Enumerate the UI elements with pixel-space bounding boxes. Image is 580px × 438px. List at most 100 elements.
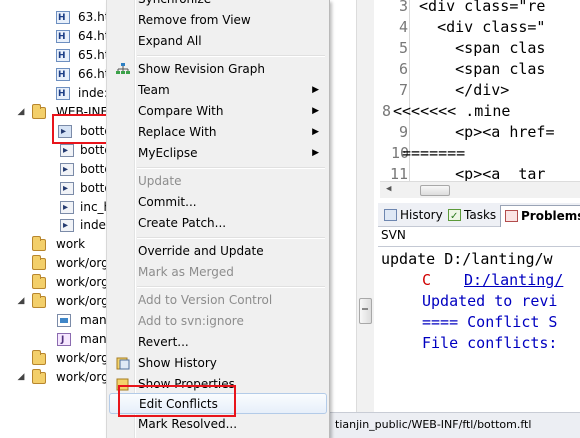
tasks-icon <box>448 207 461 227</box>
menu-item-label: Revert... <box>138 335 189 349</box>
history-icon <box>384 209 397 221</box>
submenu-arrow-icon: ▶ <box>312 85 319 95</box>
menu-item-expand-all[interactable]: Expand All <box>109 31 327 52</box>
jsp-file-icon <box>57 331 71 350</box>
image-file-icon <box>57 314 71 327</box>
menu-item-label: Synchronize <box>138 0 211 10</box>
tab-problems[interactable]: Problems <box>500 205 580 227</box>
menu-item-mark-resolved[interactable]: Mark Resolved... <box>109 414 327 435</box>
vertical-scrollbar[interactable] <box>356 0 374 438</box>
scrollbar-thumb[interactable] <box>359 298 372 324</box>
html-file-icon <box>56 85 70 104</box>
history-icon <box>116 357 130 370</box>
menu-item-synchronize[interactable]: Synchronize <box>109 0 327 10</box>
tree-item-label: work/org <box>56 275 109 289</box>
menu-item-add-to-svn-ignore: Add to svn:ignore <box>109 311 327 332</box>
tree-item-ftl[interactable]: botto <box>0 160 112 179</box>
html-file-icon <box>56 47 70 66</box>
line-number: 4 <box>398 18 408 36</box>
line-number: 6 <box>398 60 408 78</box>
code-line: <div class="re <box>410 0 546 15</box>
menu-item-label: Commit... <box>138 195 197 209</box>
tree-folder-work[interactable]: work <box>0 235 112 254</box>
tree-folder-work-org[interactable]: work/org <box>0 349 112 368</box>
tree-item-label: 66.ht <box>78 67 110 81</box>
tree-item-html[interactable]: 63.ht <box>0 8 112 28</box>
menu-item-revert[interactable]: Revert... <box>109 332 327 353</box>
problems-icon <box>505 210 518 222</box>
tree-folder-work-org[interactable]: ◢ work/org <box>0 292 112 311</box>
tree-item-ftl[interactable]: botto <box>0 179 112 198</box>
menu-item-create-patch[interactable]: Create Patch... <box>109 213 327 234</box>
collapse-triangle-icon[interactable]: ◢ <box>16 103 26 122</box>
folder-icon <box>32 104 46 119</box>
tree-item-html[interactable]: inde: <box>0 84 112 104</box>
tree-item-html[interactable]: 64.ht <box>0 27 112 47</box>
menu-item-commit[interactable]: Commit... <box>109 192 327 213</box>
svn-console[interactable]: update D:/lanting/w C D:/lanting/ Update… <box>378 246 580 412</box>
scrollbar-grip-icon <box>362 308 368 310</box>
annotation-highlight-box <box>118 385 236 417</box>
tree-item-label: inde: <box>78 86 108 100</box>
submenu-arrow-icon: ▶ <box>312 106 319 116</box>
html-file-icon <box>56 28 70 47</box>
menu-item-mark-as-merged: Mark as Merged <box>109 262 327 283</box>
status-bar: tianjin_public/WEB-INF/ftl/bottom.ftl <box>330 412 580 438</box>
menu-item-team[interactable]: Team ▶ <box>109 80 327 101</box>
menu-item-replace-with[interactable]: Replace With ▶ <box>109 122 327 143</box>
console-line: Updated to revi <box>422 292 558 310</box>
ftl-file-icon <box>60 179 74 198</box>
collapse-triangle-icon[interactable]: ◢ <box>16 368 26 387</box>
console-line: ==== Conflict S <box>422 313 558 331</box>
tree-item-ftl[interactable]: index <box>0 216 112 235</box>
code-line: </div> <box>410 81 510 99</box>
tree-item-label: work/org <box>56 370 109 384</box>
line-number: 9 <box>398 123 408 141</box>
menu-item-label: Add to svn:ignore <box>138 314 244 328</box>
tree-folder-work-org[interactable]: work/org <box>0 254 112 273</box>
tab-history[interactable]: History <box>380 205 443 227</box>
tree-folder-work-org[interactable]: ◢ work/org <box>0 368 112 387</box>
menu-item-label: Show History <box>138 356 217 370</box>
menu-item-myeclipse[interactable]: MyEclipse ▶ <box>109 143 327 164</box>
menu-item-compare-with[interactable]: Compare With ▶ <box>109 101 327 122</box>
console-line: update D:/lanting/w <box>381 250 553 268</box>
menu-item-override-and-update[interactable]: Override and Update <box>109 241 327 262</box>
line-number: 7 <box>398 81 408 99</box>
tab-label: History <box>400 208 443 222</box>
folder-icon <box>32 293 46 308</box>
tab-tasks[interactable]: Tasks <box>444 205 496 227</box>
tree-item-html[interactable]: 66.ht <box>0 65 112 85</box>
menu-item-label: Mark as Merged <box>138 265 234 279</box>
menu-item-show-history[interactable]: Show History <box>109 353 327 374</box>
submenu-arrow-icon: ▶ <box>312 127 319 137</box>
tab-label: Tasks <box>464 208 497 222</box>
line-number: 8 <box>381 102 391 120</box>
tree-item-label: work/org <box>56 294 109 308</box>
html-file-icon <box>56 9 70 28</box>
menu-item-label: Compare With <box>138 104 224 118</box>
scrollbar-thumb[interactable] <box>420 185 450 196</box>
conflict-status-letter: C <box>422 271 432 289</box>
folder-icon <box>32 369 46 384</box>
menu-item-remove-from-view[interactable]: Remove from View <box>109 10 327 31</box>
code-editor[interactable]: 3 <div class="re 4 <div class=" 5 <span … <box>380 0 580 200</box>
console-title: SVN <box>381 228 406 242</box>
tree-item-manager[interactable]: mana <box>0 330 112 350</box>
tree-item-ftl[interactable]: inc_h <box>0 198 112 217</box>
editor-horizontal-scrollbar[interactable]: ◀ <box>380 181 580 198</box>
menu-separator <box>137 286 325 288</box>
tree-item-html[interactable]: 65.ht <box>0 46 112 66</box>
graph-icon <box>116 63 130 74</box>
tree-item-label: work/org <box>56 256 109 270</box>
menu-item-show-revision-graph[interactable]: Show Revision Graph <box>109 59 327 80</box>
tree-folder-work-org[interactable]: work/org <box>0 273 112 292</box>
menu-item-add-to-version-control: Add to Version Control <box>109 290 327 311</box>
collapse-triangle-icon[interactable]: ◢ <box>16 292 26 311</box>
console-link[interactable]: D:/lanting/ <box>464 270 563 291</box>
scroll-left-arrow-icon[interactable]: ◀ <box>386 184 391 194</box>
menu-item-label: Mark Resolved... <box>138 417 238 431</box>
tree-item-manager[interactable]: mana <box>0 311 112 330</box>
line-number: 3 <box>398 0 408 15</box>
ftl-file-icon <box>60 198 74 217</box>
